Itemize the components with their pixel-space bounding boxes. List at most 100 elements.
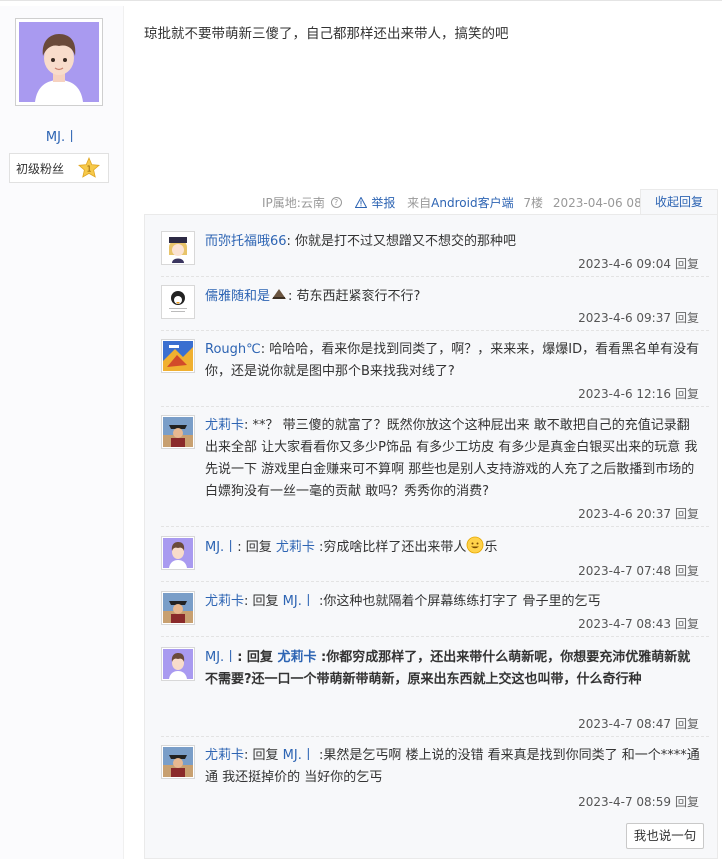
reply-target[interactable]: MJ.丨	[283, 748, 315, 763]
reply-divider	[161, 330, 709, 331]
reply-avatar[interactable]	[161, 415, 195, 449]
grin-emoji-icon	[466, 536, 484, 554]
reply-author[interactable]: Rough℃	[205, 342, 261, 357]
reply-author[interactable]: MJ.丨	[205, 540, 237, 555]
reply-meta: 2023-4-6 09:04 回复	[578, 255, 699, 272]
reply-time: 2023-4-6 20:37	[578, 507, 671, 521]
poster-avatar[interactable]	[15, 18, 103, 106]
reply-author[interactable]: 尤莉卡	[205, 418, 244, 433]
reply-button[interactable]: 回复	[675, 311, 699, 325]
reply-button[interactable]: 回复	[675, 257, 699, 271]
reply-avatar[interactable]	[161, 285, 195, 319]
reply-avatar[interactable]	[161, 591, 195, 625]
reply-divider	[161, 526, 709, 527]
pirate-avatar-icon	[163, 747, 193, 777]
fan-level-badge[interactable]: 初级粉丝 1	[9, 153, 109, 183]
reply-time: 2023-4-7 08:47	[578, 717, 671, 731]
reply-button[interactable]: 回复	[675, 507, 699, 521]
report-link[interactable]: 举报	[371, 194, 395, 211]
fan-level-label: 初级粉丝	[16, 162, 65, 176]
reply-button[interactable]: 回复	[675, 617, 699, 631]
list-item: 尤莉卡: **？ 带三傻的就富了？既然你放这个这种屁出来 敢不敢把自己的充值记录…	[161, 415, 709, 525]
top-divider	[0, 0, 722, 5]
reply-button[interactable]: 回复	[675, 564, 699, 578]
reply-meta: 2023-4-7 08:47 回复	[578, 715, 699, 732]
reply-content: 尤莉卡: 回复 MJ.丨 :你这种也就隔着个屏幕练练打字了 骨子里的乞丐	[205, 591, 701, 613]
list-item: Rough℃: 哈哈哈，看来你是找到同类了，啊？，来来来，爆爆ID，看看黑名单有…	[161, 339, 709, 405]
reply-target[interactable]: MJ.丨	[283, 594, 315, 609]
reply-time: 2023-4-6 09:04	[578, 257, 671, 271]
reply-content: 尤莉卡: 回复 MJ.丨 :果然是乞丐啊 楼上说的没错 看来真是找到你同类了 和…	[205, 745, 701, 789]
pirate-avatar-icon	[163, 593, 193, 623]
reply-time: 2023-4-7 08:59	[578, 795, 671, 809]
reply-content: 儒雅随和是 : 苟东西赶紧衮行不行?	[205, 285, 701, 308]
reply-content: 而弥托福哦66: 你就是打不过又想蹭又不想交的那种吧	[205, 231, 701, 253]
post-content: 琼批就不要带萌新三傻了，自己都那样还出来带人，搞笑的吧	[144, 26, 509, 42]
fan-level-number: 1	[86, 165, 91, 174]
reply-time: 2023-4-6 12:16	[578, 387, 671, 401]
reply-meta: 2023-4-6 20:37 回复	[578, 505, 699, 522]
reply-author[interactable]: 而弥托福哦66	[205, 234, 287, 249]
reply-text: :穷成啥比样了还出来带人	[314, 540, 467, 555]
reply-author[interactable]: 尤莉卡	[205, 748, 244, 763]
reply-divider	[161, 276, 709, 277]
reply-prefix: : 回复	[237, 540, 272, 555]
floor-number: 7楼	[523, 196, 544, 210]
reply-prefix: : 回复	[237, 650, 273, 665]
reply-time: 2023-4-7 07:48	[578, 564, 671, 578]
reply-avatar[interactable]	[161, 647, 195, 681]
reply-text: : **？ 带三傻的就富了？既然你放这个这种屁出来 敢不敢把自己的充值记录翻出来…	[205, 418, 698, 499]
client-prefix: 来自	[407, 196, 432, 210]
reply-text: :你这种也就隔着个屏幕练练打字了 骨子里的乞丐	[314, 594, 601, 609]
boy-avatar-icon	[163, 538, 193, 568]
reply-author[interactable]: MJ.丨	[205, 650, 237, 665]
reply-content: Rough℃: 哈哈哈，看来你是找到同类了，啊？，来来来，爆爆ID，看看黑名单有…	[205, 339, 701, 383]
reply-author[interactable]: 尤莉卡	[205, 594, 244, 609]
reply-time: 2023-4-7 08:43	[578, 617, 671, 631]
reply-button[interactable]: 回复	[675, 387, 699, 401]
reply-content: MJ.丨: 回复 尤莉卡 :穷成啥比样了还出来带人 乐	[205, 536, 701, 559]
reply-button[interactable]: 回复	[675, 717, 699, 731]
reply-meta: 2023-4-6 09:37 回复	[578, 309, 699, 326]
reply-meta: 2023-4-7 08:43 回复	[578, 615, 699, 632]
reply-content: MJ.丨: 回复 尤莉卡 :你都穷成那样了，还出来带什么萌新呢，你想要充沛优雅萌…	[205, 647, 701, 691]
reply-target[interactable]: 尤莉卡	[276, 540, 315, 555]
reply-avatar[interactable]	[161, 339, 195, 373]
reply-meta: 2023-4-7 08:59 回复	[578, 793, 699, 810]
client-link[interactable]: Android客户端	[431, 194, 513, 211]
reply-button[interactable]: 回复	[675, 795, 699, 809]
reply-avatar[interactable]	[161, 231, 195, 265]
poster-sidebar: MJ.丨 初级粉丝 1	[0, 6, 124, 859]
pirate-avatar-icon	[163, 417, 193, 447]
warning-icon	[355, 196, 368, 208]
reply-text: : 苟东西赶紧衮行不行?	[288, 289, 421, 304]
list-item: 儒雅随和是 : 苟东西赶紧衮行不行? 2023-4-6 09:37 回复	[161, 285, 709, 329]
boy-avatar-icon	[19, 22, 99, 102]
post-tail: IP属地:云南 ? 举报 来自Android客户端 7楼 2023-04-06 …	[262, 194, 661, 211]
reply-author[interactable]: 儒雅随和是	[205, 289, 270, 304]
reply-text: : 哈哈哈，看来你是找到同类了，啊？，来来来，爆爆ID，看看黑名单有没有你，还是…	[205, 342, 700, 379]
reply-panel: 而弥托福哦66: 你就是打不过又想蹭又不想交的那种吧 2023-4-6 09:0…	[144, 214, 718, 859]
reply-avatar[interactable]	[161, 536, 195, 570]
reply-prefix: : 回复	[244, 748, 279, 763]
reply-divider	[161, 736, 709, 737]
list-item: MJ.丨: 回复 尤莉卡 :你都穷成那样了，还出来带什么萌新呢，你想要充沛优雅萌…	[161, 647, 709, 735]
list-item: MJ.丨: 回复 尤莉卡 :穷成啥比样了还出来带人 乐 2023-4-7 07:4…	[161, 536, 709, 580]
list-item: 尤莉卡: 回复 MJ.丨 :果然是乞丐啊 楼上说的没错 看来真是找到你同类了 和…	[161, 745, 709, 811]
reply-meta: 2023-4-7 07:48 回复	[578, 562, 699, 579]
say-something-button[interactable]: 我也说一句	[626, 823, 704, 849]
reply-target[interactable]: 尤莉卡	[277, 650, 316, 665]
reply-content: 尤莉卡: **？ 带三傻的就富了？既然你放这个这种屁出来 敢不敢把自己的充值记录…	[205, 415, 701, 503]
reply-text: : 你就是打不过又想蹭又不想交的那种吧	[286, 234, 517, 249]
reply-prefix: : 回复	[244, 594, 279, 609]
reply-avatar[interactable]	[161, 745, 195, 779]
game-art-avatar-icon	[163, 341, 193, 371]
reply-divider	[161, 636, 709, 637]
level-star-icon: 1	[78, 157, 100, 178]
collapse-replies-button[interactable]: 收起回复	[640, 189, 718, 215]
anime-girl-avatar-icon	[163, 233, 193, 263]
poster-username[interactable]: MJ.丨	[0, 126, 124, 145]
help-icon[interactable]: ?	[330, 197, 342, 208]
penguin-avatar-icon	[163, 287, 193, 317]
reply-divider	[161, 581, 709, 582]
